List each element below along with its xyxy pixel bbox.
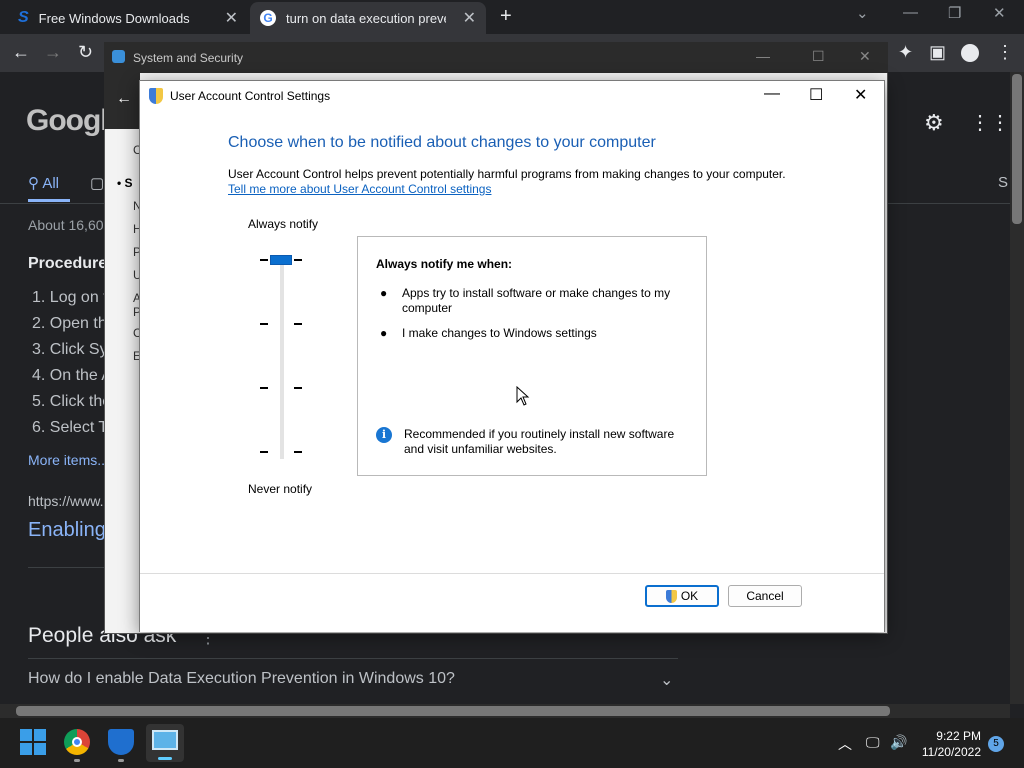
notification-info-box: Always notify me when: ● Apps try to ins… xyxy=(357,236,707,476)
divider xyxy=(28,658,678,659)
restore-icon[interactable]: ❐ xyxy=(948,4,961,22)
taskbar-active-app[interactable] xyxy=(146,724,184,762)
list-item: 4. On the A xyxy=(32,367,113,384)
close-icon[interactable]: ✕ xyxy=(854,85,867,105)
tab-images-icon[interactable]: ▢ xyxy=(90,174,104,192)
back-arrow-icon[interactable]: ← xyxy=(116,90,132,108)
bullet-text: Apps try to install software or make cha… xyxy=(402,286,671,315)
mouse-cursor-icon xyxy=(516,386,530,406)
tab-title: Free Windows Downloads xyxy=(38,10,190,26)
slider-tick xyxy=(260,387,268,389)
search-icon: ⚲ xyxy=(28,175,39,192)
bullet-icon: ● xyxy=(380,286,388,300)
system-security-titlebar: System and Security — ☐ ✕ xyxy=(104,42,888,73)
volume-icon[interactable]: 🔊 xyxy=(890,734,907,751)
network-icon[interactable]: 🖵 xyxy=(866,734,880,751)
minimize-icon[interactable]: — xyxy=(903,4,918,21)
dialog-heading: Choose when to be notified about changes… xyxy=(228,134,656,151)
notification-slider-thumb[interactable] xyxy=(270,255,292,265)
menu-kebab-icon[interactable]: ⋮ xyxy=(996,42,1014,63)
slider-tick xyxy=(294,387,302,389)
tab-free-windows-downloads[interactable]: S Free Windows Downloads ✕ xyxy=(8,2,248,34)
slider-tick xyxy=(294,259,302,261)
minimize-icon[interactable]: — xyxy=(756,48,770,64)
bullet-icon: ● xyxy=(380,326,388,340)
running-indicator xyxy=(118,759,124,762)
reload-icon[interactable]: ↻ xyxy=(78,42,93,63)
procedure-heading: Procedure xyxy=(28,255,108,272)
result-count: About 16,60 xyxy=(28,217,104,233)
tab-data-execution-prevention[interactable]: G turn on data execution preventio ✕ xyxy=(250,2,486,34)
recommendation-text: Recommended if you routinely install new… xyxy=(404,427,675,456)
shield-icon xyxy=(112,50,125,63)
profile-avatar[interactable] xyxy=(961,44,979,62)
list-item: 2. Open th xyxy=(32,315,107,332)
maximize-icon[interactable]: ☐ xyxy=(809,85,823,105)
dialog-footer: OK Cancel xyxy=(140,573,884,632)
nav-bar: ← xyxy=(104,73,140,129)
chrome-icon[interactable] xyxy=(64,729,90,755)
gear-icon[interactable]: ⚙ xyxy=(924,110,944,136)
back-icon[interactable]: ← xyxy=(12,42,30,63)
list-item: 3. Click Sy xyxy=(32,341,108,358)
new-tab-button[interactable]: + xyxy=(500,5,512,28)
close-icon[interactable]: ✕ xyxy=(859,48,871,65)
clock-time[interactable]: 9:22 PM xyxy=(921,729,981,743)
tab-all[interactable]: ⚲ All xyxy=(28,174,59,192)
slider-bottom-label: Never notify xyxy=(248,482,313,496)
minimize-icon[interactable]: — xyxy=(764,85,780,103)
list-item: 6. Select T xyxy=(32,419,109,436)
slider-tick xyxy=(294,323,302,325)
uac-shield-icon xyxy=(149,88,163,104)
tab-search-icon[interactable]: ⌄ xyxy=(856,4,869,22)
forward-icon[interactable]: → xyxy=(44,42,62,63)
ok-button[interactable]: OK xyxy=(645,585,719,607)
slider-tick xyxy=(294,451,302,453)
clock-date[interactable]: 11/20/2022 xyxy=(921,745,981,759)
uac-settings-dialog: User Account Control Settings — ☐ ✕ Choo… xyxy=(139,80,885,632)
close-tab-icon[interactable]: ✕ xyxy=(225,8,238,28)
maximize-icon[interactable]: ☐ xyxy=(812,48,825,65)
tab-title: turn on data execution preventio xyxy=(286,10,446,26)
side-panel-icon[interactable]: ▣ xyxy=(929,42,946,63)
horizontal-scroll-thumb[interactable] xyxy=(16,706,890,716)
tab-s[interactable]: S xyxy=(998,174,1008,191)
dialog-title: User Account Control Settings xyxy=(170,89,331,103)
dialog-description: User Account Control helps prevent poten… xyxy=(228,167,786,181)
google-g-icon: G xyxy=(260,10,276,26)
running-indicator xyxy=(74,759,80,762)
extensions-icon[interactable]: ✦ xyxy=(898,42,913,63)
chevron-up-icon[interactable]: ︿ xyxy=(838,734,852,754)
active-indicator xyxy=(158,757,172,760)
learn-more-link[interactable]: Tell me more about User Account Control … xyxy=(228,182,491,196)
result-url[interactable]: https://www. xyxy=(28,493,103,509)
list-item: 1. Log on t xyxy=(32,289,108,306)
result-title-link[interactable]: Enabling xyxy=(28,519,106,542)
more-items-link[interactable]: More items... xyxy=(28,452,109,468)
question-item[interactable]: How do I enable Data Execution Preventio… xyxy=(28,670,455,688)
notification-badge[interactable]: 5 xyxy=(988,736,1004,752)
close-tab-icon[interactable]: ✕ xyxy=(463,8,476,28)
active-tab-underline xyxy=(28,199,70,202)
cancel-button[interactable]: Cancel xyxy=(728,585,802,607)
defender-shield-icon[interactable] xyxy=(108,729,134,755)
info-icon: i xyxy=(376,427,392,443)
window-title: System and Security xyxy=(133,51,244,65)
slider-tick xyxy=(260,451,268,453)
notification-slider-track[interactable] xyxy=(280,257,284,459)
list-item: 5. Click the xyxy=(32,393,112,410)
slider-top-label: Always notify xyxy=(248,217,319,231)
control-panel-icon xyxy=(152,730,178,750)
slider-tick xyxy=(260,259,268,261)
uac-shield-icon xyxy=(665,589,677,603)
info-box-title: Always notify me when: xyxy=(376,257,513,271)
close-window-icon[interactable]: ✕ xyxy=(993,4,1006,22)
softpedia-s-icon: S xyxy=(18,9,29,26)
windows-start-icon[interactable] xyxy=(20,729,46,755)
bullet-text: I make changes to Windows settings xyxy=(402,326,597,340)
slider-tick xyxy=(260,323,268,325)
chevron-down-icon[interactable]: ⌄ xyxy=(660,670,673,690)
sidebar-item-active[interactable]: • S xyxy=(117,176,133,190)
vertical-scroll-thumb[interactable] xyxy=(1012,74,1022,224)
